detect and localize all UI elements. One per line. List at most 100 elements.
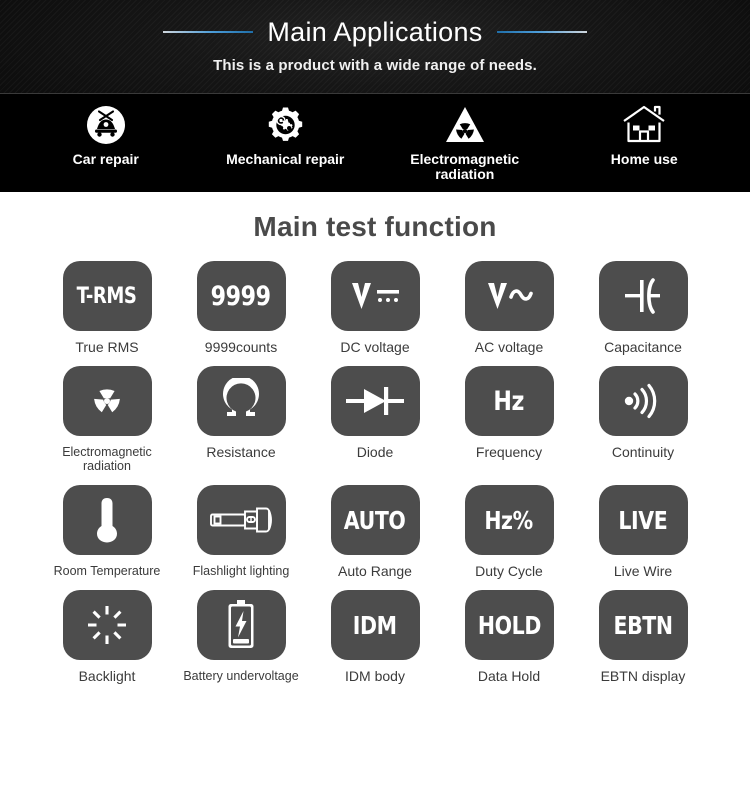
text-tile: T-RMS <box>77 283 137 309</box>
application-item-home-use: Home use <box>569 102 719 167</box>
function-item-resistance[interactable]: Resistance <box>174 366 308 473</box>
function-label: Frequency <box>475 444 543 460</box>
function-tile[interactable] <box>196 590 286 660</box>
function-tile[interactable] <box>62 485 152 555</box>
function-item-backlight[interactable]: Backlight <box>40 590 174 683</box>
function-label: DC voltage <box>340 339 410 355</box>
function-tile[interactable]: HOLD <box>464 590 554 660</box>
function-tile[interactable] <box>62 366 152 436</box>
text-tile: EBTN <box>613 610 673 640</box>
function-tile[interactable]: Hz <box>464 366 554 436</box>
battery-bolt-icon <box>228 600 254 648</box>
function-item-dc-voltage[interactable]: DC voltage <box>308 261 442 354</box>
function-item-auto-range[interactable]: AUTO Auto Range <box>308 485 442 578</box>
applications-strip: Car repair Mechanical repair Electromagn… <box>0 94 750 193</box>
header-band: Main Applications This is a product with… <box>0 0 750 94</box>
function-item-idm-body[interactable]: IDM IDM body <box>308 590 442 683</box>
car-repair-icon <box>84 102 128 148</box>
application-label: Mechanical repair <box>226 151 345 167</box>
gear-icon <box>263 102 307 148</box>
functions-section: Main test function T-RMS True RMS 9999 9… <box>0 193 750 683</box>
function-label: True RMS <box>75 339 139 355</box>
function-item-room-temperature[interactable]: Room Temperature <box>40 485 174 578</box>
text-tile: Hz% <box>484 505 534 535</box>
application-item-car-repair: Car repair <box>31 102 181 167</box>
function-label: Flashlight lighting <box>192 564 290 578</box>
function-label: 9999counts <box>204 339 278 355</box>
function-tile[interactable] <box>598 366 688 436</box>
dc-voltage-icon <box>352 283 399 309</box>
flashlight-icon <box>210 507 272 533</box>
title-rule-right-icon <box>496 31 587 33</box>
page-subtitle: This is a product with a wide range of n… <box>213 57 537 74</box>
function-item-true-rms[interactable]: T-RMS True RMS <box>40 261 174 354</box>
function-tile[interactable]: Hz% <box>464 485 554 555</box>
function-tile[interactable] <box>330 261 420 331</box>
function-item-ebtn-display[interactable]: EBTN EBTN display <box>576 590 710 683</box>
function-tile[interactable] <box>196 366 286 436</box>
function-label: IDM body <box>345 668 405 684</box>
function-item-capacitance[interactable]: Capacitance <box>576 261 710 354</box>
ohm-icon <box>223 378 259 416</box>
function-item-electromagnetic-radiation[interactable]: Electromagnetic radiation <box>40 366 174 473</box>
function-label: Diode <box>356 444 394 460</box>
function-label: AC voltage <box>474 339 544 355</box>
function-label: Live Wire <box>613 563 673 579</box>
function-tile[interactable] <box>62 590 152 660</box>
function-item-frequency[interactable]: Hz Frequency <box>442 366 576 473</box>
function-tile[interactable] <box>464 261 554 331</box>
function-item-ac-voltage[interactable]: AC voltage <box>442 261 576 354</box>
function-tile[interactable] <box>330 366 420 436</box>
function-label: Resistance <box>206 444 276 460</box>
capacitor-icon <box>625 278 660 314</box>
function-label: Battery undervoltage <box>183 669 299 683</box>
backlight-icon <box>88 606 126 644</box>
function-label: Capacitance <box>604 339 682 355</box>
application-label: Car repair <box>72 151 139 167</box>
function-item-duty-cycle[interactable]: Hz% Duty Cycle <box>442 485 576 578</box>
function-item-diode[interactable]: Diode <box>308 366 442 473</box>
function-item-battery-undervoltage[interactable]: Battery undervoltage <box>174 590 308 683</box>
page-title: Main Applications <box>267 17 483 47</box>
function-tile[interactable]: T-RMS <box>62 261 152 331</box>
functions-grid: T-RMS True RMS 9999 9999counts DC voltag… <box>0 261 750 683</box>
function-tile[interactable]: EBTN <box>598 590 688 660</box>
function-item-9999counts[interactable]: 9999 9999counts <box>174 261 308 354</box>
text-tile: Hz <box>493 385 525 417</box>
text-tile: HOLD <box>477 610 541 640</box>
text-tile: IDM <box>353 610 397 640</box>
thermometer-icon <box>97 498 117 543</box>
section-title: Main test function <box>253 211 497 242</box>
function-label: EBTN display <box>600 668 686 684</box>
title-rule-left-icon <box>163 31 254 33</box>
function-label: Room Temperature <box>53 564 161 578</box>
application-label: Electromagnetic radiation <box>410 151 520 182</box>
radiation-icon <box>94 389 120 413</box>
function-label: Electromagnetic radiation <box>62 445 152 473</box>
function-tile[interactable]: AUTO <box>330 485 420 555</box>
function-item-live-wire[interactable]: LIVE Live Wire <box>576 485 710 578</box>
text-tile: 9999 <box>211 280 271 312</box>
function-item-flashlight[interactable]: Flashlight lighting <box>174 485 308 578</box>
application-label: Home use <box>610 151 678 167</box>
title-row: Main Applications <box>0 0 750 47</box>
function-tile[interactable]: IDM <box>330 590 420 660</box>
function-tile[interactable] <box>598 261 688 331</box>
diode-icon <box>346 387 404 415</box>
function-label: Data Hold <box>477 668 541 684</box>
continuity-icon <box>624 383 657 419</box>
house-icon <box>619 102 669 148</box>
function-item-data-hold[interactable]: HOLD Data Hold <box>442 590 576 683</box>
function-tile[interactable]: LIVE <box>598 485 688 555</box>
radiation-triangle-icon <box>443 102 487 148</box>
application-item-electromagnetic-radiation: Electromagnetic radiation <box>390 102 540 182</box>
function-tile[interactable] <box>196 485 286 555</box>
function-label: Continuity <box>611 444 675 460</box>
ac-voltage-icon <box>488 283 533 309</box>
function-label: Duty Cycle <box>475 563 543 579</box>
application-item-mechanical-repair: Mechanical repair <box>210 102 360 167</box>
function-item-continuity[interactable]: Continuity <box>576 366 710 473</box>
function-tile[interactable]: 9999 <box>196 261 286 331</box>
function-label: Auto Range <box>338 563 412 579</box>
function-label: Backlight <box>78 668 136 684</box>
